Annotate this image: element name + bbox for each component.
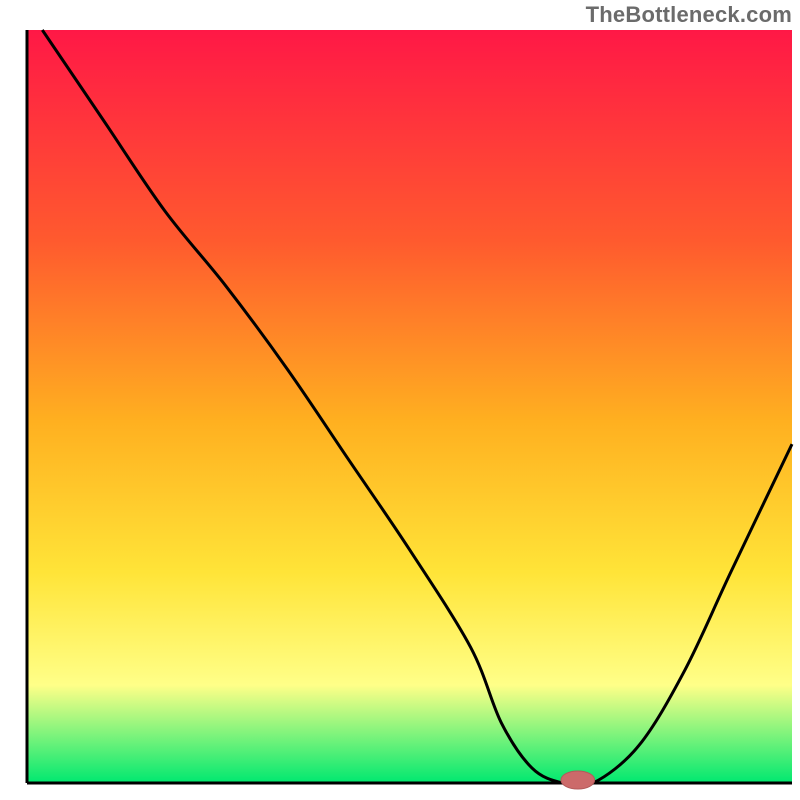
plot-background (27, 30, 792, 783)
bottleneck-plot (0, 0, 800, 800)
optimal-marker (561, 771, 595, 789)
chart-frame: TheBottleneck.com (0, 0, 800, 800)
